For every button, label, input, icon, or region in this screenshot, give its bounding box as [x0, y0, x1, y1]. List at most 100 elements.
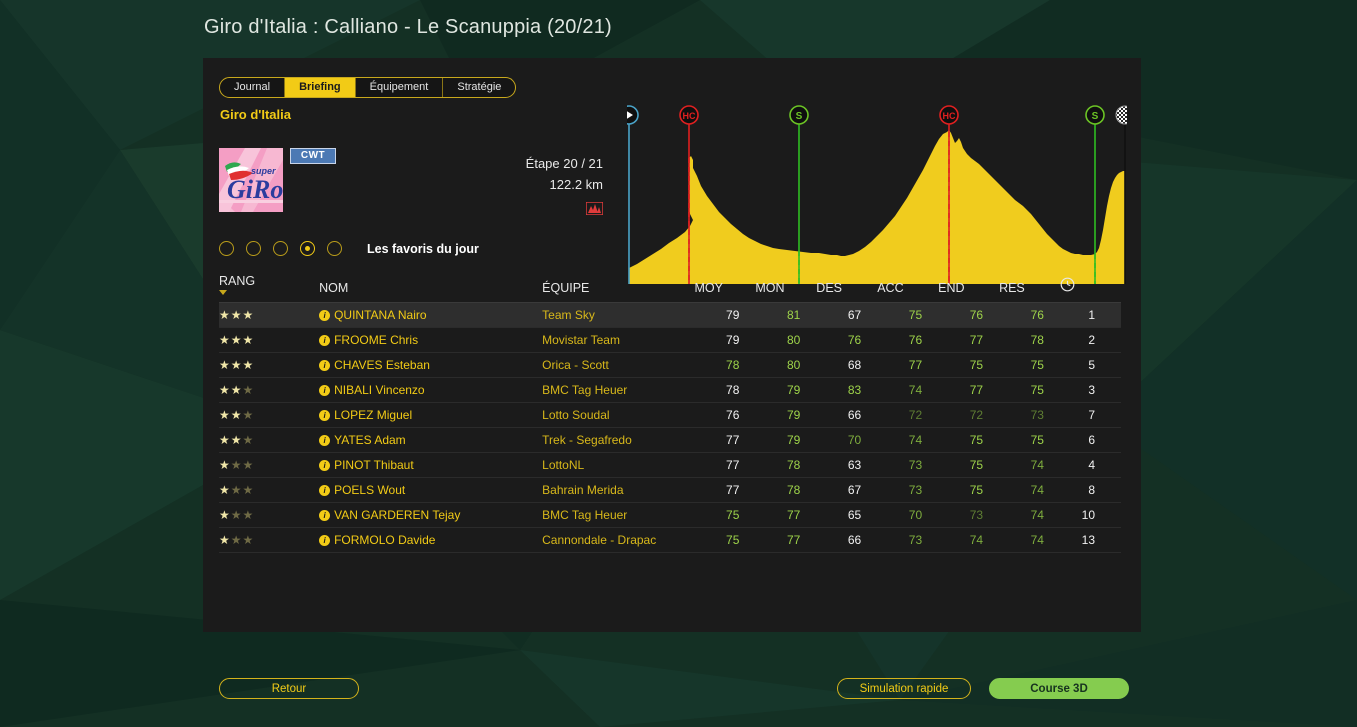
- cell-rang: ★★★: [219, 452, 320, 478]
- table-row[interactable]: ★★★ i PINOT Thibaut LottoNL 77 78 63 73 75 74 4: [219, 452, 1121, 478]
- star-empty-icon: ★: [230, 508, 243, 522]
- header-res[interactable]: RES: [999, 274, 1060, 303]
- header-rang[interactable]: RANG: [219, 274, 320, 303]
- star-filled-icon: ★: [219, 333, 231, 347]
- team-name[interactable]: BMC Tag Heuer: [542, 383, 627, 397]
- star-filled-icon: ★: [230, 383, 243, 397]
- rider-name[interactable]: CHAVES Esteban: [334, 358, 430, 372]
- sprint-marker-icon-1: S: [789, 105, 809, 125]
- star-filled-icon: ★: [242, 358, 255, 372]
- info-icon[interactable]: i: [319, 335, 331, 346]
- info-icon[interactable]: i: [319, 385, 331, 396]
- radio-option-2[interactable]: [246, 241, 261, 256]
- info-icon[interactable]: i: [319, 510, 331, 521]
- rider-name[interactable]: FORMOLO Davide: [334, 533, 435, 547]
- team-name[interactable]: Trek - Segafredo: [542, 433, 632, 447]
- cell-res: 74: [999, 502, 1060, 528]
- table-row[interactable]: ★★★ i LOPEZ Miguel Lotto Soudal 76 79 66 72 72 73…: [219, 402, 1121, 428]
- rider-name[interactable]: VAN GARDEREN Tejay: [334, 508, 460, 522]
- cell-mon: 80: [755, 352, 817, 378]
- stage-distance: 122.2 km: [549, 177, 603, 192]
- cell-rang: ★★★: [219, 352, 320, 378]
- team-name[interactable]: LottoNL: [542, 458, 584, 472]
- header-end[interactable]: END: [938, 274, 1000, 303]
- team-name[interactable]: Movistar Team: [542, 333, 620, 347]
- star-filled-icon: ★: [219, 358, 231, 372]
- cell-time-rank: 5: [1059, 352, 1121, 378]
- star-empty-icon: ★: [230, 483, 243, 497]
- star-rating: ★★★: [219, 483, 254, 497]
- radio-option-4[interactable]: [300, 241, 315, 256]
- header-acc[interactable]: ACC: [877, 274, 939, 303]
- svg-text:S: S: [796, 111, 803, 122]
- cell-time-rank: 1: [1059, 302, 1121, 328]
- info-icon[interactable]: i: [319, 460, 331, 471]
- cell-time-rank: 8: [1059, 477, 1121, 503]
- radio-option-1[interactable]: [219, 241, 234, 256]
- header-nom[interactable]: NOM: [319, 274, 543, 303]
- star-rating: ★★★: [219, 458, 254, 472]
- info-icon[interactable]: i: [319, 410, 331, 421]
- team-name[interactable]: Lotto Soudal: [542, 408, 609, 422]
- cell-rang: ★★★: [219, 377, 320, 403]
- star-filled-icon: ★: [230, 358, 243, 372]
- rider-name[interactable]: LOPEZ Miguel: [334, 408, 412, 422]
- header-equipe[interactable]: ÉQUIPE: [542, 274, 695, 303]
- main-panel: Journal Briefing Équipement Stratégie Gi…: [203, 58, 1141, 632]
- cell-des: 65: [816, 502, 878, 528]
- cell-team: Cannondale - Drapac: [542, 527, 695, 553]
- cell-des: 83: [816, 377, 878, 403]
- header-moy[interactable]: MOY: [694, 274, 756, 303]
- rider-name[interactable]: POELS Wout: [334, 483, 405, 497]
- back-button[interactable]: Retour: [219, 678, 359, 699]
- quick-simulation-button[interactable]: Simulation rapide: [837, 678, 971, 699]
- info-icon[interactable]: i: [319, 435, 331, 446]
- radio-option-3[interactable]: [273, 241, 288, 256]
- header-time[interactable]: [1059, 274, 1121, 303]
- table-row[interactable]: ★★★ i YATES Adam Trek - Segafredo 77 79 70 74 75…: [219, 427, 1121, 453]
- cell-res: 74: [999, 477, 1060, 503]
- race-3d-button[interactable]: Course 3D: [989, 678, 1129, 699]
- cell-end: 75: [938, 352, 1000, 378]
- info-icon[interactable]: i: [319, 535, 331, 546]
- star-empty-icon: ★: [242, 433, 255, 447]
- rider-name[interactable]: YATES Adam: [334, 433, 406, 447]
- table-row[interactable]: ★★★ i CHAVES Esteban Orica - Scott 78 80 68 77 7…: [219, 352, 1121, 378]
- cell-res: 75: [999, 352, 1060, 378]
- rider-name[interactable]: PINOT Thibaut: [334, 458, 414, 472]
- table-row[interactable]: ★★★ i QUINTANA Nairo Team Sky 79 81 67 75 76 76 1: [219, 302, 1121, 328]
- info-icon[interactable]: i: [319, 310, 331, 321]
- header-des[interactable]: DES: [816, 274, 878, 303]
- cell-mon: 79: [755, 402, 817, 428]
- sort-descending-icon: [219, 290, 227, 295]
- rider-name[interactable]: QUINTANA Nairo: [334, 308, 426, 322]
- rider-name[interactable]: FROOME Chris: [334, 333, 418, 347]
- cell-mon: 77: [755, 502, 817, 528]
- table-row[interactable]: ★★★ i POELS Wout Bahrain Merida 77 78 67 73 75 74…: [219, 477, 1121, 503]
- table-row[interactable]: ★★★ i VAN GARDEREN Tejay BMC Tag Heuer 75 77 6…: [219, 502, 1121, 528]
- rider-name[interactable]: NIBALI Vincenzo: [334, 383, 425, 397]
- svg-text:HC: HC: [683, 111, 696, 121]
- cwt-badge: CWT: [290, 148, 336, 164]
- tab-briefing[interactable]: Briefing: [285, 78, 356, 97]
- table-row[interactable]: ★★★ i FORMOLO Davide Cannondale - Drapac 75 7…: [219, 527, 1121, 553]
- tab-journal[interactable]: Journal: [220, 78, 286, 97]
- race-name: Giro d'Italia: [220, 107, 291, 122]
- view-options-label: Les favoris du jour: [367, 241, 479, 256]
- stage-number: Étape 20 / 21: [525, 156, 603, 171]
- team-name[interactable]: Orica - Scott: [542, 358, 609, 372]
- tab-strategie[interactable]: Stratégie: [443, 78, 515, 97]
- team-name[interactable]: Bahrain Merida: [542, 483, 623, 497]
- table-row[interactable]: ★★★ i NIBALI Vincenzo BMC Tag Heuer 78 79 83 74…: [219, 377, 1121, 403]
- radio-option-5[interactable]: [327, 241, 342, 256]
- header-mon[interactable]: MON: [755, 274, 817, 303]
- team-name[interactable]: Team Sky: [542, 308, 595, 322]
- info-icon[interactable]: i: [319, 485, 331, 496]
- info-icon[interactable]: i: [319, 360, 331, 371]
- team-name[interactable]: BMC Tag Heuer: [542, 508, 627, 522]
- cell-team: Bahrain Merida: [542, 477, 695, 503]
- cell-moy: 77: [694, 452, 756, 478]
- team-name[interactable]: Cannondale - Drapac: [542, 533, 656, 547]
- tab-equipement[interactable]: Équipement: [356, 78, 444, 97]
- table-row[interactable]: ★★★ i FROOME Chris Movistar Team 79 80 76 76 77 7…: [219, 327, 1121, 353]
